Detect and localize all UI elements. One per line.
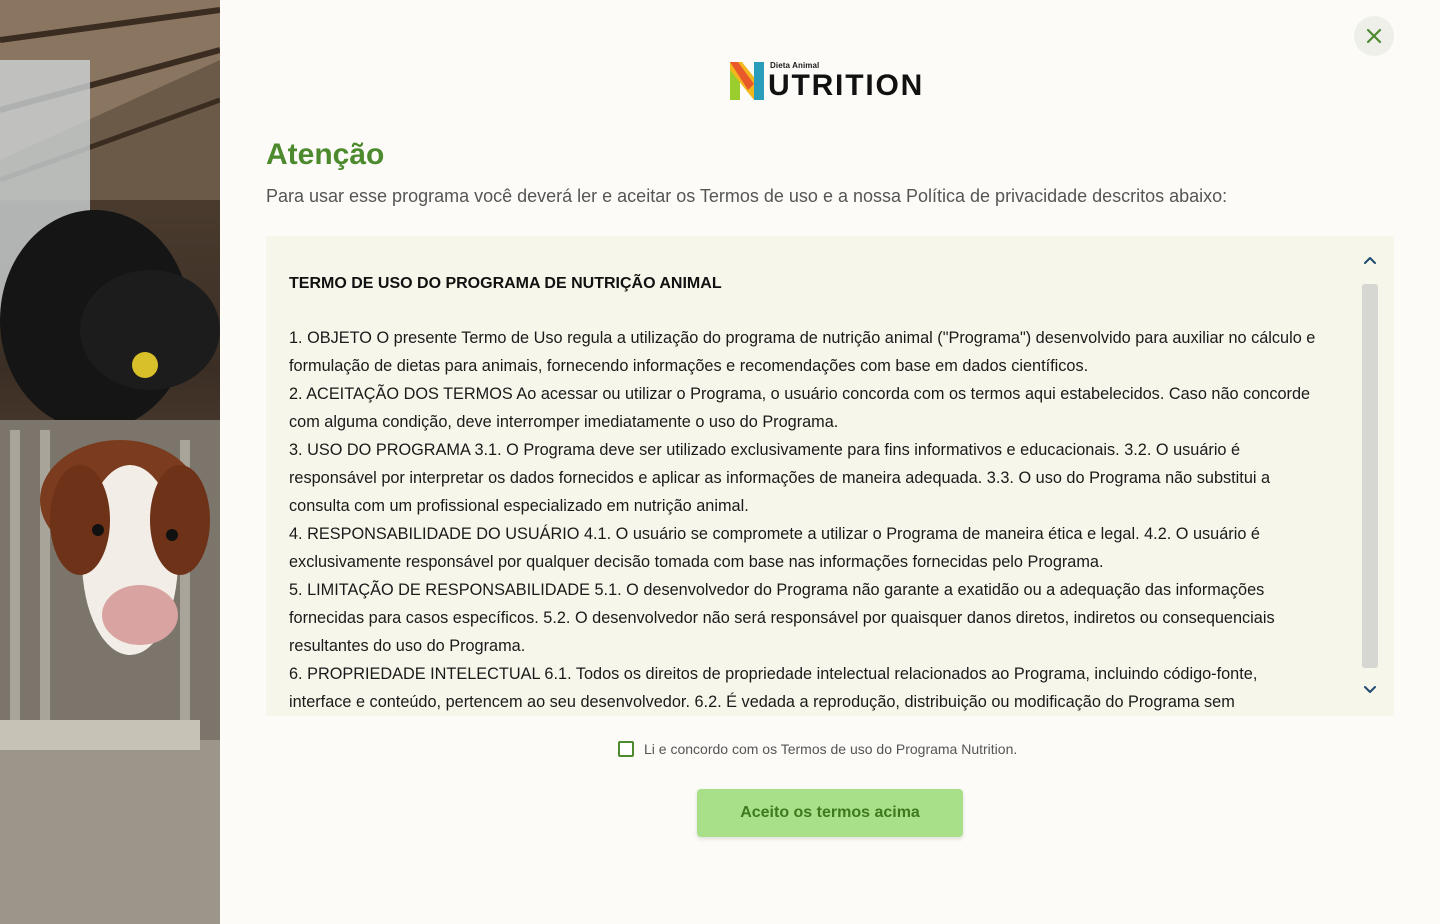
page-subtitle: Para usar esse programa você deverá ler … — [266, 186, 1228, 206]
page-title: Atenção — [266, 138, 385, 171]
terms-paragraph-1: 1. OBJETO O presente Termo de Uso regula… — [289, 329, 1316, 375]
terms-paragraph-6: 6. PROPRIEDADE INTELECTUAL 6.1. Todos os… — [289, 665, 1258, 711]
terms-paragraph-4: 4. RESPONSABILIDADE DO USUÁRIO 4.1. O us… — [289, 525, 1260, 571]
terms-scroll-area[interactable]: TERMO DE USO DO PROGRAMA DE NUTRIÇÃO ANI… — [266, 236, 1394, 716]
close-button[interactable] — [1354, 16, 1394, 56]
nutrition-logo: Dieta Animal UTRITION — [728, 58, 933, 104]
logo-wordmark: UTRITION — [768, 69, 925, 102]
cows-photo — [0, 0, 220, 924]
scrollbar-thumb[interactable] — [1362, 284, 1378, 668]
terms-content: TERMO DE USO DO PROGRAMA DE NUTRIÇÃO ANI… — [289, 272, 1319, 716]
close-icon — [1366, 28, 1382, 44]
chevron-up-icon — [1364, 257, 1376, 264]
logo-n-mark — [730, 62, 764, 100]
agree-terms-row[interactable]: Li e concordo com os Termos de uso do Pr… — [618, 741, 1017, 757]
scrollbar-track[interactable] — [1362, 284, 1378, 668]
scroll-down-button[interactable] — [1360, 680, 1380, 700]
terms-dialog: Dieta Animal UTRITION Atenção Para usar … — [220, 0, 1440, 924]
terms-heading: TERMO DE USO DO PROGRAMA DE NUTRIÇÃO ANI… — [289, 275, 722, 292]
terms-paragraph-3: 3. USO DO PROGRAMA 3.1. O Programa deve … — [289, 441, 1271, 515]
scroll-up-button[interactable] — [1360, 250, 1380, 270]
accept-terms-button[interactable]: Aceito os termos acima — [697, 789, 963, 837]
agree-terms-label[interactable]: Li e concordo com os Termos de uso do Pr… — [644, 741, 1017, 757]
terms-paragraph-2: 2. ACEITAÇÃO DOS TERMOS Ao acessar ou ut… — [289, 385, 1311, 431]
cows-photo-illustration — [0, 0, 220, 924]
agree-terms-checkbox[interactable] — [618, 741, 634, 757]
chevron-down-icon — [1364, 686, 1376, 693]
terms-paragraph-5: 5. LIMITAÇÃO DE RESPONSABILIDADE 5.1. O … — [289, 581, 1275, 655]
